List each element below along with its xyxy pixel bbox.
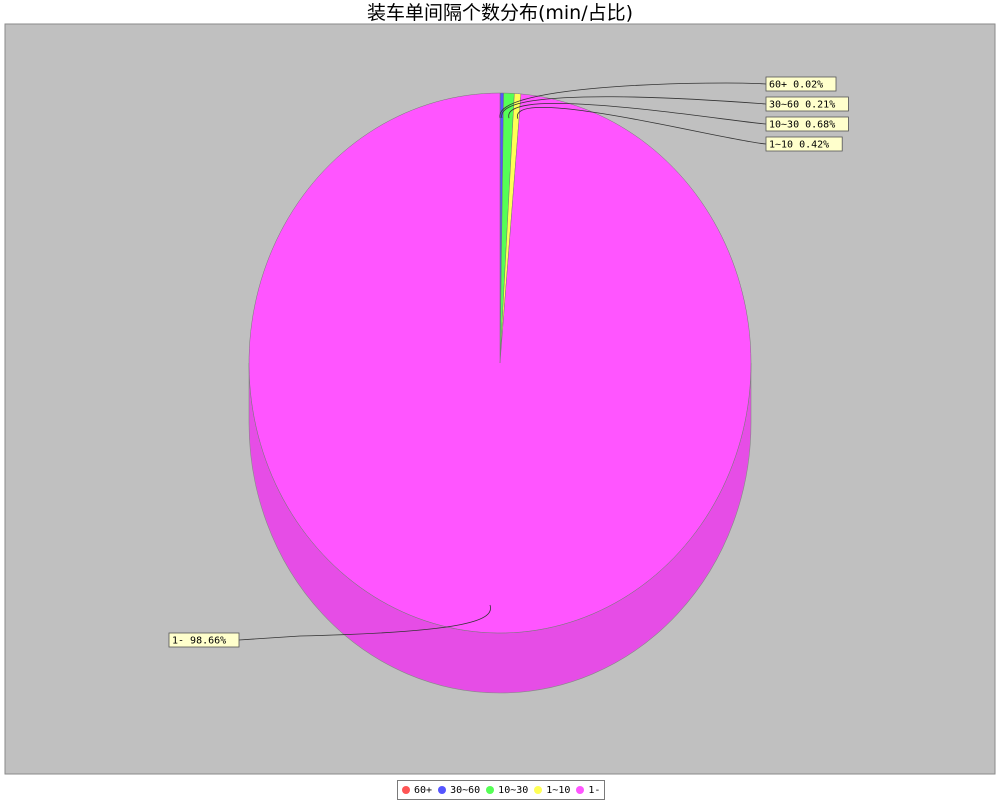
legend-item-10-30: 10~30 [486, 785, 528, 796]
legend-dot-icon [486, 786, 495, 794]
data-label-30-60: 30~60 0.21% [769, 100, 835, 111]
legend-label: 1- [588, 784, 601, 796]
pie-chart: 60+ 0.02% 30~60 0.21% 10~30 0.68% 1~10 0.42… [4, 23, 996, 775]
legend-item-60-plus: 60+ [402, 785, 432, 796]
legend: 60+ 30~60 10~30 1~10 1- [397, 780, 606, 800]
legend-dot-icon [438, 786, 447, 794]
legend-item-1-10: 1~10 [534, 785, 570, 796]
legend-label: 10~30 [498, 784, 529, 796]
data-label-10-30: 10~30 0.68% [769, 120, 835, 131]
legend-label: 1~10 [546, 784, 571, 796]
data-label-1-10: 1~10 0.42% [769, 140, 829, 151]
data-label-60-plus: 60+ 0.02% [769, 80, 823, 91]
legend-label: 30~60 [450, 784, 481, 796]
legend-item-1-minus: 1- [576, 785, 600, 796]
legend-label: 60+ [414, 784, 433, 796]
legend-item-30-60: 30~60 [438, 785, 480, 796]
legend-dot-icon [402, 786, 410, 794]
legend-dot-icon [534, 786, 543, 794]
legend-dot-icon [576, 786, 585, 794]
pie-slice-1- [248, 92, 752, 634]
data-label-1-: 1- 98.66% [172, 636, 226, 647]
